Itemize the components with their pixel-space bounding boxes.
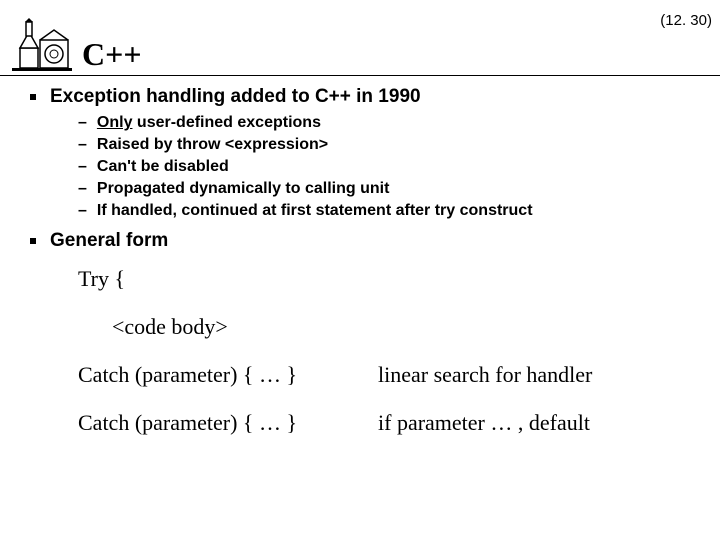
logo-icon	[12, 18, 72, 73]
code-catch-right: if parameter … , default	[378, 410, 700, 436]
sub-text: Only user-defined exceptions	[97, 114, 321, 132]
dash-icon: –	[78, 114, 87, 132]
bullet-dot-icon	[30, 94, 36, 100]
bullet-2-text: General form	[50, 230, 168, 252]
sub-item: – Raised by throw <expression>	[78, 136, 700, 154]
sub-item: – Propagated dynamically to calling unit	[78, 180, 700, 198]
sub-item: – Can't be disabled	[78, 158, 700, 176]
code-row: Catch (parameter) { … } if parameter … ,…	[78, 410, 700, 436]
dash-icon: –	[78, 202, 87, 220]
dash-icon: –	[78, 180, 87, 198]
divider	[0, 75, 720, 76]
sub-text: Propagated dynamically to calling unit	[97, 180, 390, 198]
bullet-2: General form	[30, 230, 700, 252]
sub-text: If handled, continued at first statement…	[97, 202, 533, 220]
dash-icon: –	[78, 158, 87, 176]
code-catch-left: Catch (parameter) { … }	[78, 362, 378, 388]
page-number: (12. 30)	[660, 12, 712, 29]
code-body: <code body>	[78, 314, 700, 340]
code-row: Catch (parameter) { … } linear search fo…	[78, 362, 700, 388]
bullet-1: Exception handling added to C++ in 1990	[30, 86, 700, 108]
sub-text: Can't be disabled	[97, 158, 229, 176]
sub-text: Raised by throw <expression>	[97, 136, 328, 154]
page-title: C++	[82, 36, 142, 73]
code-catch-right: linear search for handler	[378, 362, 700, 388]
header: C++	[0, 0, 720, 73]
slide-content: Exception handling added to C++ in 1990 …	[0, 86, 720, 436]
sub-item: – If handled, continued at first stateme…	[78, 202, 700, 220]
code-catch-left: Catch (parameter) { … }	[78, 410, 378, 436]
sub-list-1: – Only user-defined exceptions – Raised …	[30, 114, 700, 220]
code-try: Try {	[78, 266, 700, 292]
dash-icon: –	[78, 136, 87, 154]
bullet-dot-icon	[30, 238, 36, 244]
code-block: Try { <code body> Catch (parameter) { … …	[30, 266, 700, 436]
bullet-1-text: Exception handling added to C++ in 1990	[50, 86, 421, 108]
sub-item: – Only user-defined exceptions	[78, 114, 700, 132]
